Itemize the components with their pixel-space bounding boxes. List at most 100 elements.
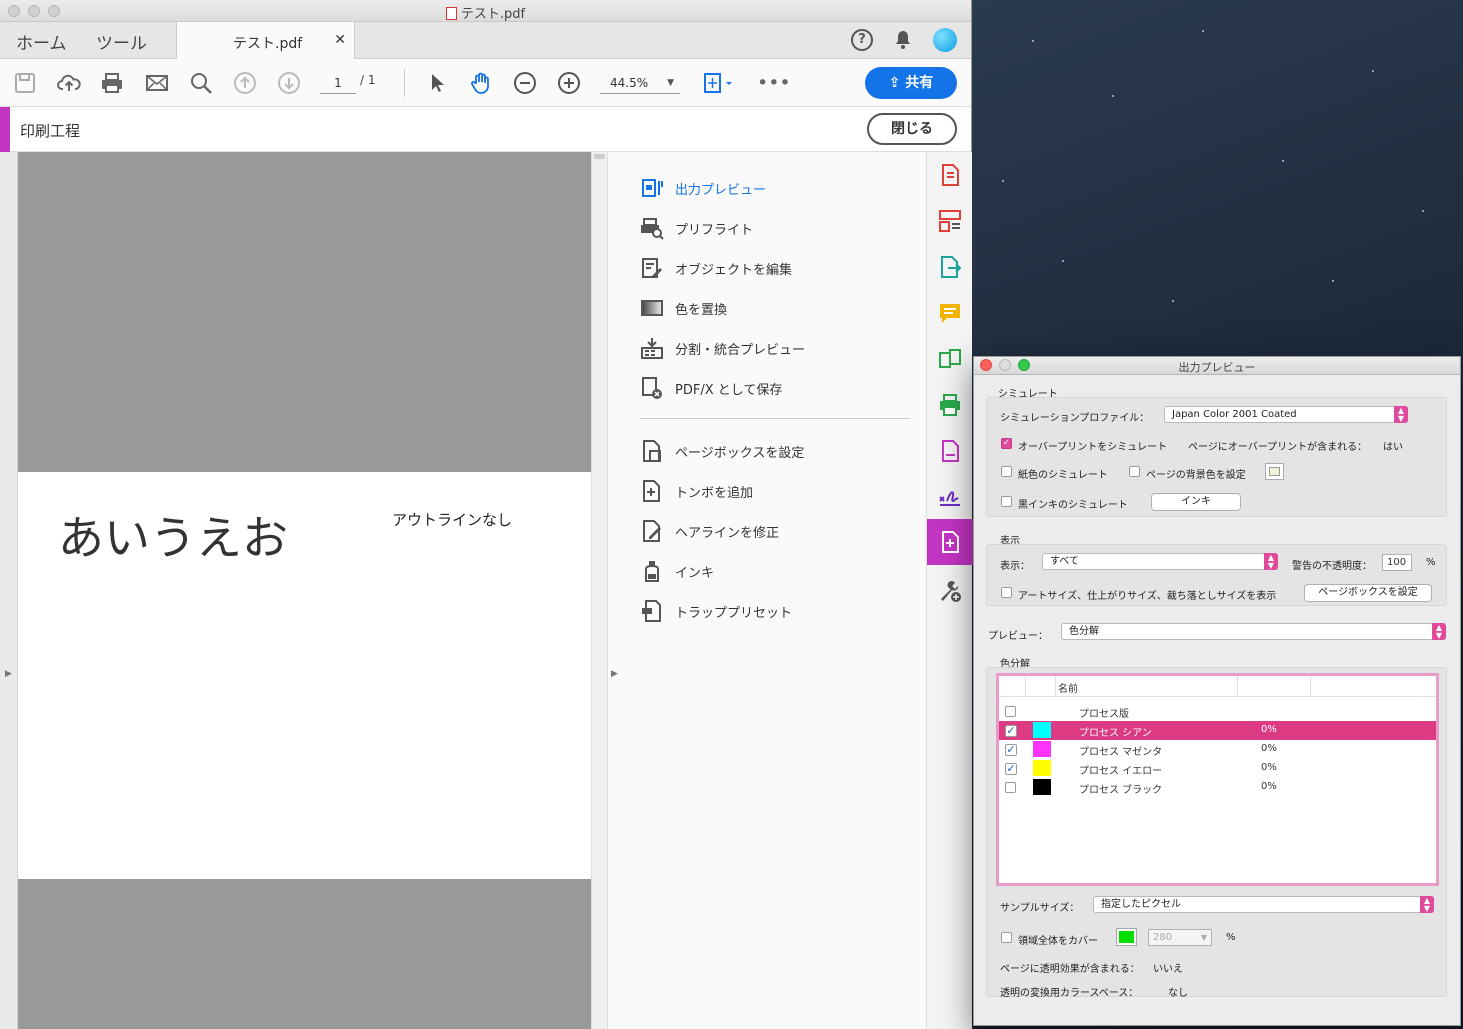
panel-item-fix-hairlines[interactable]: ヘアラインを修正 [640, 517, 910, 545]
comment-icon[interactable] [938, 301, 962, 325]
display-select[interactable]: すべて ▲ ▼ [1042, 553, 1278, 570]
list-row-process-plates[interactable]: プロセス版 [999, 702, 1436, 721]
row-checkbox-checked[interactable]: ✓ [1005, 725, 1017, 737]
close-tab-icon[interactable]: ✕ [334, 32, 346, 48]
tab-tools[interactable]: ツール [96, 29, 147, 54]
panel-item-replace-color[interactable]: 色を置換 [640, 294, 910, 322]
ink-button[interactable]: インキ [1151, 493, 1241, 511]
page-bg-checkbox[interactable] [1129, 466, 1140, 477]
more-tools-icon[interactable] [938, 579, 962, 603]
email-icon[interactable] [145, 71, 169, 95]
next-page-icon[interactable] [277, 71, 301, 95]
panel-item-save-pdfx[interactable]: PDF/X として保存 [640, 374, 910, 402]
help-icon[interactable]: ? [851, 29, 873, 51]
total-coverage-checkbox[interactable] [1001, 932, 1012, 943]
art-size-label: アートサイズ、仕上がりサイズ、裁ち落としサイズを表示 [1018, 591, 1277, 602]
panel-item-label: 分割・統合プレビュー [675, 343, 806, 358]
tab-document[interactable]: テスト.pdf ✕ [176, 22, 355, 60]
tools-rail [926, 152, 973, 1029]
previous-page-icon[interactable] [233, 71, 257, 95]
sample-size-select[interactable]: 指定したピクセル ▲ ▼ [1093, 896, 1434, 913]
save-icon[interactable] [13, 71, 37, 95]
row-name: プロセス ブラック [1079, 785, 1163, 796]
gray-area-bottom [18, 879, 591, 1029]
overprint-checkbox[interactable]: ✓ [1001, 438, 1012, 449]
close-tool-button[interactable]: 閉じる [867, 113, 957, 145]
user-avatar[interactable] [933, 28, 957, 52]
art-size-checkbox[interactable] [1001, 587, 1012, 598]
row-checkbox-checked[interactable]: ✓ [1005, 744, 1017, 756]
fit-page-icon[interactable] [701, 71, 737, 95]
export-pdf-icon[interactable] [938, 255, 962, 279]
black-ink-label: 黒インキのシミュレート [1018, 500, 1128, 511]
scrollbar-thumb[interactable] [594, 154, 605, 159]
pdf-file-icon [445, 7, 457, 20]
list-row-yellow[interactable]: ✓ プロセス イエロー 0% [999, 759, 1436, 778]
row-checkbox-checked[interactable]: ✓ [1005, 763, 1017, 775]
ink-bottle-icon [645, 561, 659, 582]
fill-sign-icon[interactable] [938, 485, 962, 509]
list-header-name: 名前 [1058, 684, 1078, 695]
panel-item-set-page-boxes[interactable]: ページボックスを設定 [640, 437, 910, 465]
panel-item-edit-object[interactable]: オブジェクトを編集 [640, 254, 910, 282]
panel-item-add-printer-marks[interactable]: トンボを追加 [640, 477, 910, 505]
share-label: 共有 [905, 75, 934, 91]
overprint-info-value: はい [1383, 442, 1403, 453]
list-row-black[interactable]: プロセス ブラック 0% [999, 778, 1436, 797]
row-checkbox[interactable] [1005, 706, 1016, 717]
left-panel-toggle[interactable]: ▶ [0, 152, 18, 1029]
pdf-page[interactable]: あいうえお アウトラインなし [18, 152, 591, 1029]
coverage-swatch[interactable] [1116, 928, 1137, 946]
list-row-magenta[interactable]: ✓ プロセス マゼンタ 0% [999, 740, 1436, 759]
sim-profile-select[interactable]: Japan Color 2001 Coated ▲ ▼ [1164, 406, 1408, 423]
panel-item-output-preview[interactable]: 出力プレビュー [640, 174, 910, 202]
print-icon[interactable] [100, 71, 124, 95]
tab-home[interactable]: ホーム [16, 29, 67, 54]
cyan-swatch [1033, 722, 1051, 738]
row-percent: 0% [1261, 743, 1277, 754]
vertical-scrollbar[interactable] [591, 152, 607, 1029]
black-ink-checkbox[interactable] [1001, 496, 1012, 507]
title-bar: テスト.pdf [0, 0, 971, 22]
page-number-input[interactable]: 1 [320, 72, 356, 94]
panel-item-preflight[interactable]: プリフライト [640, 214, 910, 242]
create-pdf-icon[interactable] [938, 163, 962, 187]
search-icon[interactable] [189, 71, 213, 95]
share-button[interactable]: ⇪ 共有 [865, 67, 957, 99]
hand-tool-icon[interactable] [469, 71, 493, 95]
page-bg-swatch[interactable] [1265, 463, 1284, 480]
row-checkbox[interactable] [1005, 782, 1016, 793]
row-name: プロセス イエロー [1079, 766, 1163, 777]
active-tool-highlight[interactable] [927, 519, 973, 565]
panel-item-flattener-preview[interactable]: 分割・統合プレビュー [640, 334, 910, 362]
zoom-level-select[interactable]: 44.5% ▼ [600, 72, 680, 94]
stepper-icon: ▲ ▼ [1394, 406, 1408, 423]
panel-item-ink-manager[interactable]: インキ [640, 557, 910, 585]
panel-item-trap-presets[interactable]: トラッププリセット [640, 597, 910, 625]
opacity-input[interactable]: 100 [1382, 554, 1412, 571]
acrobat-window: テスト.pdf ホーム ツール テスト.pdf ✕ ? 1 / 1 44.5% ▼… [0, 0, 973, 1029]
tool-name: 印刷工程 [20, 122, 81, 140]
zoom-in-icon[interactable] [557, 71, 581, 95]
window-title-text: テスト.pdf [460, 7, 526, 22]
list-row-cyan[interactable]: ✓ プロセス シアン 0% [999, 721, 1436, 740]
edit-pdf-icon[interactable] [938, 439, 962, 463]
preview-label: プレビュー： [988, 631, 1048, 642]
page-boxes-button[interactable]: ページボックスを設定 [1304, 584, 1432, 602]
upload-cloud-icon[interactable] [57, 71, 81, 95]
notification-bell-icon[interactable] [894, 30, 912, 55]
panel-item-label: 色を置換 [675, 303, 728, 318]
compare-files-icon[interactable] [938, 347, 962, 371]
replace-color-icon [641, 300, 663, 316]
zoom-out-icon[interactable] [513, 71, 537, 95]
organize-pages-icon[interactable] [938, 209, 962, 233]
more-options-icon[interactable]: ••• [757, 71, 791, 95]
collapse-panel-icon[interactable]: ▶ [611, 669, 618, 679]
panel-item-label: オブジェクトを編集 [675, 263, 793, 278]
select-cursor-icon[interactable] [425, 71, 449, 95]
paper-color-checkbox[interactable] [1001, 466, 1012, 477]
output-preview-dialog: 出力プレビュー シミュレート シミュレーションプロファイル： Japan Col… [973, 356, 1461, 1026]
print-production-icon[interactable] [938, 393, 962, 417]
preview-select[interactable]: 色分解 ▲ ▼ [1061, 623, 1446, 640]
sample-size-value: 指定したピクセル [1101, 899, 1181, 910]
